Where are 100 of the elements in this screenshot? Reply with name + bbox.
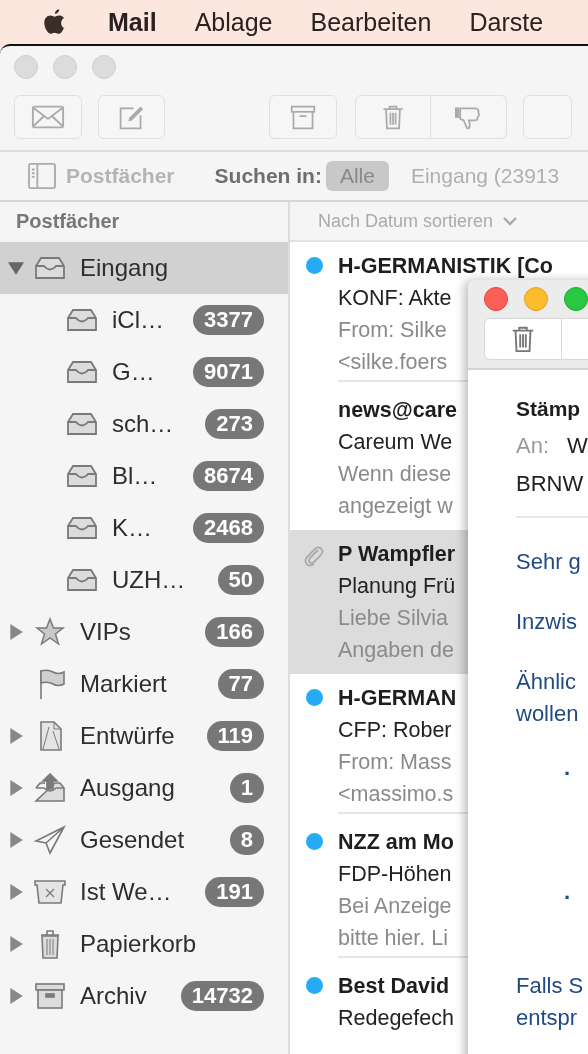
- archive-button[interactable]: [269, 95, 337, 139]
- message-sender: Best David: [338, 973, 450, 1000]
- unread-count: 8: [229, 825, 264, 855]
- message-subject: FDP-Höhen: [338, 861, 452, 888]
- sidebar-icon[interactable]: [28, 163, 56, 189]
- minimize-button[interactable]: [524, 287, 548, 311]
- bullet-marker: ·: [564, 885, 572, 910]
- body-paragraph: Inzwis: [516, 608, 579, 636]
- close-button[interactable]: [484, 287, 508, 311]
- message-row[interactable]: news@care Careum We Wenn diese angezeigt w: [290, 386, 468, 530]
- body-paragraph: Ähnlic wollen: [516, 668, 580, 728]
- mailbox-row[interactable]: Ist We… 191: [0, 866, 288, 918]
- unread-count: 77: [217, 669, 264, 699]
- compose-button[interactable]: [97, 95, 165, 139]
- minimize-button[interactable]: [53, 55, 77, 79]
- message-sender: P Wampfler: [338, 541, 456, 568]
- unread-count: 191: [205, 877, 264, 907]
- mailbox-name: Eingang: [80, 254, 170, 282]
- delete-button[interactable]: [354, 95, 431, 139]
- disclosure-triangle[interactable]: [8, 624, 24, 640]
- mailbox-row[interactable]: Bl… 8674: [0, 450, 288, 502]
- disclosure-triangle[interactable]: [8, 728, 24, 744]
- mailbox-row[interactable]: UZH… 50: [0, 554, 288, 606]
- message-preview: From: Silke: [338, 317, 447, 344]
- disclosure-triangle[interactable]: [8, 988, 24, 1004]
- unread-count: 8674: [193, 461, 264, 491]
- disclosure-triangle[interactable]: [8, 780, 24, 796]
- junk-button[interactable]: [430, 95, 507, 139]
- bullet-marker: ·: [564, 761, 572, 786]
- message-subject: Stämp: [516, 396, 582, 422]
- mailbox-name: G…: [112, 358, 156, 386]
- mailbox-name: iCl…: [112, 306, 165, 334]
- mailbox-name: Archiv: [80, 982, 148, 1010]
- mailbox-row[interactable]: VIPs 166: [0, 606, 288, 658]
- envelope-icon: [30, 104, 65, 130]
- message-subject: Planung Frü: [338, 573, 456, 600]
- to-label: An:: [516, 432, 550, 460]
- outbox-icon: [32, 773, 68, 803]
- mailbox-row[interactable]: Gesendet 8: [0, 814, 288, 866]
- paper-plane-icon: [32, 825, 68, 855]
- recipient: W: [567, 432, 588, 460]
- app-menu[interactable]: Mail: [108, 7, 157, 37]
- unread-count: 3377: [193, 305, 264, 335]
- message-subject: Careum We: [338, 429, 453, 456]
- unread-count: 166: [205, 617, 264, 647]
- zoom-button[interactable]: [92, 55, 116, 79]
- unread-count: 119: [206, 721, 264, 751]
- mailbox-row[interactable]: Archiv 14732: [0, 970, 288, 1022]
- message-preview: Bei Anzeige: [338, 893, 452, 920]
- mailbox-name: UZH…: [112, 566, 187, 594]
- message-preview: Wenn diese: [338, 461, 452, 488]
- delete-button[interactable]: [484, 318, 562, 360]
- mailbox-name: Gesendet: [80, 826, 186, 854]
- unread-count: 14732: [180, 981, 264, 1011]
- search-in-label: Suchen in:: [214, 164, 322, 188]
- message-sender: NZZ am Mo: [338, 829, 454, 856]
- message-preview: angezeigt w: [338, 493, 453, 520]
- mailbox-row[interactable]: Entwürfe 119: [0, 710, 288, 762]
- unread-count: 273: [205, 409, 264, 439]
- mailbox-row[interactable]: Markiert 77: [0, 658, 288, 710]
- disclosure-triangle[interactable]: [8, 260, 24, 276]
- disclosure-triangle[interactable]: [8, 884, 24, 900]
- body-paragraph: Sehr g: [516, 548, 582, 576]
- message-subject: Redegefech: [338, 1005, 454, 1032]
- recipient: BRNW: [516, 470, 585, 498]
- message-sender: H-GERMANISTIK [Co: [338, 253, 553, 280]
- mailbox-name: Ausgang: [80, 774, 176, 802]
- unread-count: 1: [229, 773, 264, 803]
- mailbox-row[interactable]: Eingang: [0, 242, 288, 294]
- mailbox-name: Bl…: [112, 462, 159, 490]
- mailbox-row[interactable]: iCl… 3377: [0, 294, 288, 346]
- mailbox-name: Entwürfe: [80, 722, 176, 750]
- disclosure-triangle[interactable]: [8, 832, 24, 848]
- mailbox-row[interactable]: sch… 273: [0, 398, 288, 450]
- unread-count: 9071: [193, 357, 264, 387]
- zoom-button[interactable]: [564, 287, 588, 311]
- mailbox-row[interactable]: K… 2468: [0, 502, 288, 554]
- message-preview: Angaben de: [338, 637, 454, 664]
- unread-count: 50: [217, 565, 264, 595]
- body-paragraph: Falls S entspr: [516, 972, 585, 1032]
- mailbox-name: Markiert: [80, 670, 168, 698]
- message-preview: Liebe Silvia: [338, 605, 448, 632]
- mailbox-name: Papierkorb: [80, 930, 198, 958]
- message-sender: news@care: [338, 397, 457, 424]
- menu-item[interactable]: Bearbeiten: [310, 7, 432, 37]
- disclosure-triangle[interactable]: [8, 936, 24, 952]
- mailbox-row[interactable]: G… 9071: [0, 346, 288, 398]
- menu-item[interactable]: Darste: [469, 7, 544, 37]
- archive-box-icon: [32, 981, 68, 1011]
- mailbox-name: VIPs: [80, 618, 132, 646]
- mailbox-row[interactable]: Ausgang 1: [0, 762, 288, 814]
- mailbox-row[interactable]: Papierkorb: [0, 918, 288, 970]
- menu-item[interactable]: Ablage: [194, 7, 273, 37]
- mailbox-name: sch…: [112, 410, 175, 438]
- message-row[interactable]: P Wampfler Planung Frü Liebe Silvia Angaben de: [290, 530, 468, 674]
- message-subject: CFP: Rober: [338, 717, 452, 744]
- message-sender: H-GERMAN: [338, 685, 457, 712]
- mailbox-name: Ist We…: [80, 878, 173, 906]
- message-subject: KONF: Akte: [338, 285, 452, 312]
- get-mail-button[interactable]: [14, 95, 82, 139]
